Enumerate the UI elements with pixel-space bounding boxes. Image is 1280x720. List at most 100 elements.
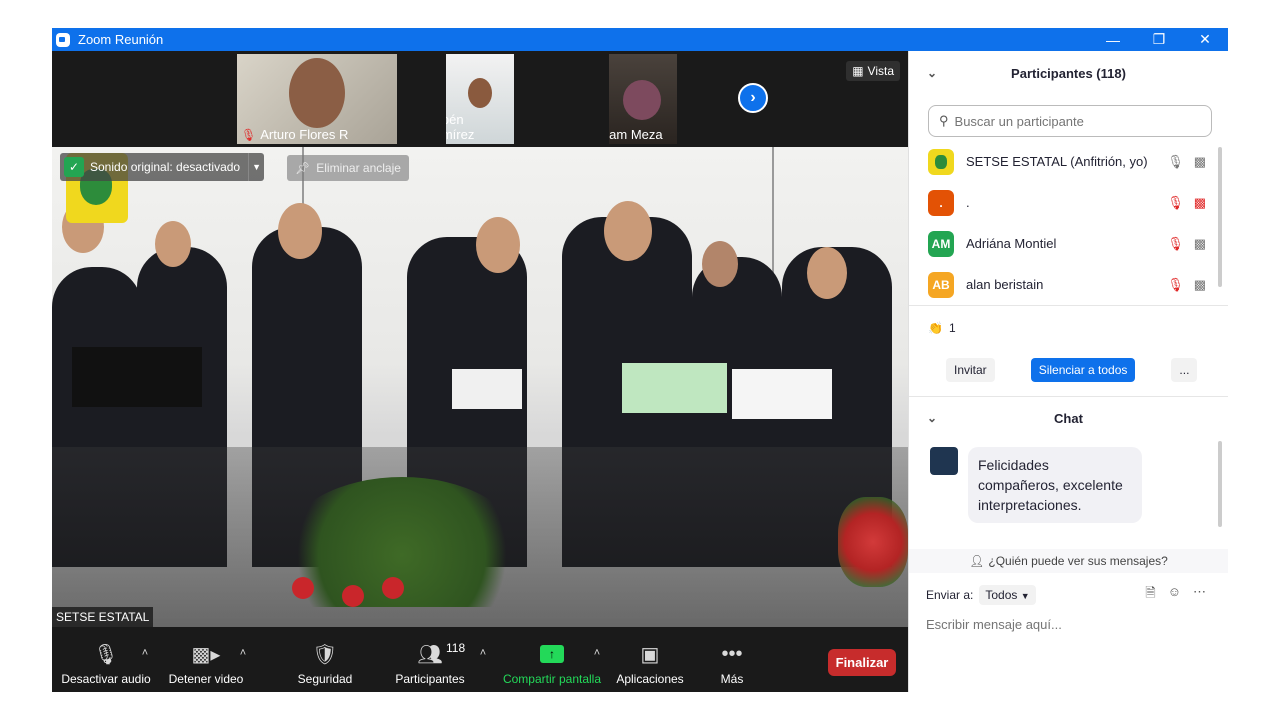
share-label: Compartir pantalla [502,672,602,686]
chevron-up-icon: ˄ [239,647,247,659]
camera-off-icon[interactable]: ▩ [1194,195,1206,211]
message-input-area [909,617,1228,632]
participant-search[interactable]: ⚲ [928,105,1212,137]
clap-icon: 👏 [928,321,943,335]
participant-row[interactable]: . . 🎙︎ ▩ [909,182,1228,223]
chevron-up-icon: ˄ [141,647,149,659]
unpin-button[interactable]: 📌︎ Eliminar anclaje [287,155,409,181]
avatar [928,148,954,175]
participant-name: . [966,195,970,210]
close-icon[interactable]: ✕ [1182,28,1228,51]
share-screen-button[interactable]: ↑ Compartir pantalla [500,627,604,692]
video-thumbnail[interactable]: 🎙︎ Miriam Meza [609,54,677,144]
chevron-down-icon[interactable]: ⌄ [927,411,937,425]
microphone-icon[interactable]: 🎙︎ [1167,154,1184,170]
apps-icon: ▣ [640,643,660,666]
thumbnail-label: 🎙︎ Miriam Meza [609,127,663,142]
more-button[interactable]: ••• Más [712,627,752,692]
message-input[interactable] [926,617,1206,632]
mic-muted-icon[interactable]: 🎙︎ [1167,236,1184,252]
participant-list-scrollbar[interactable] [1218,147,1222,287]
security-button[interactable]: 🛡︎ Seguridad [292,627,358,692]
mic-muted-icon: 🎙︎ [241,127,257,142]
view-label: Vista [867,64,894,78]
video-thumbnail[interactable]: 🎙︎ Rubén Ramírez [446,54,514,144]
user-info-icon: 👤︎ [969,554,985,568]
participants-icon: 👥︎ [417,643,443,666]
reaction-summary: 👏 1 [909,306,1228,350]
video-thumbnail-strip: 🎙︎ Arturo Flores R 🎙︎ Rubén Ramírez 🎙︎ M… [52,51,908,147]
participants-header: ⌄ Participantes (118) [909,51,1228,95]
window-title: Zoom Reunión [78,32,164,47]
participant-name: alan beristain [966,277,1044,292]
view-button[interactable]: ▦ Vista [846,61,900,81]
participant-row[interactable]: SETSE ESTATAL (Anfitrión, yo) 🎙︎ ▩ [909,141,1228,182]
more-dots-icon: ••• [721,642,743,665]
participant-name: Miriam Meza [609,127,663,142]
mic-muted-icon[interactable]: 🎙︎ [1167,195,1184,211]
camera-icon[interactable]: ▩ [1194,154,1206,170]
thumbnail-label: 🎙︎ Arturo Flores R [237,127,348,142]
chevron-down-icon: ▼ [1020,591,1030,601]
search-icon: ⚲ [939,113,949,128]
share-options-chevron[interactable]: ˄ [590,641,604,671]
invite-button[interactable]: Invitar [946,358,995,382]
more-dots-icon[interactable]: ⋯ [1193,584,1206,606]
minimize-icon[interactable]: — [1090,28,1136,51]
audio-options-chevron[interactable]: ˄ [138,641,152,671]
chat-header: ⌄ Chat [909,397,1228,439]
file-icon[interactable]: 🗎︎ [1145,584,1155,606]
meeting-area: 🎙︎ Arturo Flores R 🎙︎ Rubén Ramírez 🎙︎ M… [52,51,908,692]
video-options-chevron[interactable]: ˄ [236,641,250,671]
camera-icon[interactable]: ▩ [1194,277,1206,293]
video-thumbnail[interactable]: 🎙︎ Arturo Flores R [237,54,397,144]
chevron-down-icon[interactable]: ▼ [248,153,264,181]
chat-scrollbar[interactable] [1218,441,1222,527]
original-sound-toggle[interactable]: ✓ Sonido original: desactivado ▼ [60,153,265,181]
participants-count: 118 [446,641,466,655]
recipient-value: Todos [985,588,1018,602]
zoom-app-icon [56,32,70,47]
original-sound-label: Sonido original: desactivado [90,160,241,174]
recipient-dropdown[interactable]: Todos ▼ [979,585,1036,605]
message-bubble: Felicidades compañeros, excelente interp… [968,447,1142,523]
more-label: Más [720,672,744,686]
shield-check-icon: ✓ [64,157,84,177]
participant-name: Rubén Ramírez [446,112,475,142]
mute-all-button[interactable]: Silenciar a todos [1030,358,1136,382]
participant-actions: Invitar Silenciar a todos ... [909,350,1228,390]
chevron-down-icon[interactable]: ⌄ [927,66,937,80]
camera-icon[interactable]: ▩ [1194,236,1206,252]
participant-row[interactable]: AM Adriána Montiel 🎙︎ ▩ [909,223,1228,264]
camera-icon: ▩▸ [191,643,221,666]
stop-video-button[interactable]: ▩▸ Detener video [166,627,246,692]
apps-label: Aplicaciones [616,672,684,686]
who-can-see-label: ¿Quién puede ver sus mensajes? [988,554,1168,568]
participant-name: Adriána Montiel [966,236,1057,251]
side-panel: ⌄ Participantes (118) ⚲ SETSE ESTATAL (A… [908,51,1228,692]
next-page-button[interactable]: › [738,83,768,113]
avatar: . [928,189,954,216]
restore-icon[interactable]: ❐ [1136,28,1182,51]
participant-row[interactable]: AB alan beristain 🎙︎ ▩ [909,264,1228,305]
security-label: Seguridad [297,672,353,686]
thumbnail-label: 🎙︎ Rubén Ramírez [446,112,514,142]
main-video[interactable]: ✓ Sonido original: desactivado ▼ 📌︎ Elim… [52,147,908,627]
more-options-button[interactable]: ... [1171,358,1198,382]
reaction-count: 1 [948,321,956,335]
send-to-label: Enviar a: [926,588,974,602]
chat-messages: Felicidades compañeros, excelente interp… [909,439,1228,549]
apps-button[interactable]: ▣ Aplicaciones [614,627,686,692]
participants-button[interactable]: 👥︎ Participantes [392,627,468,692]
search-input[interactable] [954,113,1195,129]
avatar: AB [928,271,954,298]
avatar: AM [928,230,954,257]
emoji-icon[interactable]: ☺ [1168,584,1181,606]
participants-options-chevron[interactable]: ˄ [476,641,490,671]
participant-name: Arturo Flores R [260,127,349,142]
mic-muted-icon[interactable]: 🎙︎ [1167,277,1184,293]
end-meeting-button[interactable]: Finalizar [828,649,896,676]
meeting-toolbar: 🎙︎ Desactivar audio ˄ ▩▸ Detener video ˄… [52,627,908,692]
mute-audio-button[interactable]: 🎙︎ Desactivar audio [61,627,150,692]
who-can-see-link[interactable]: 👤︎ ¿Quién puede ver sus mensajes? [909,549,1228,573]
